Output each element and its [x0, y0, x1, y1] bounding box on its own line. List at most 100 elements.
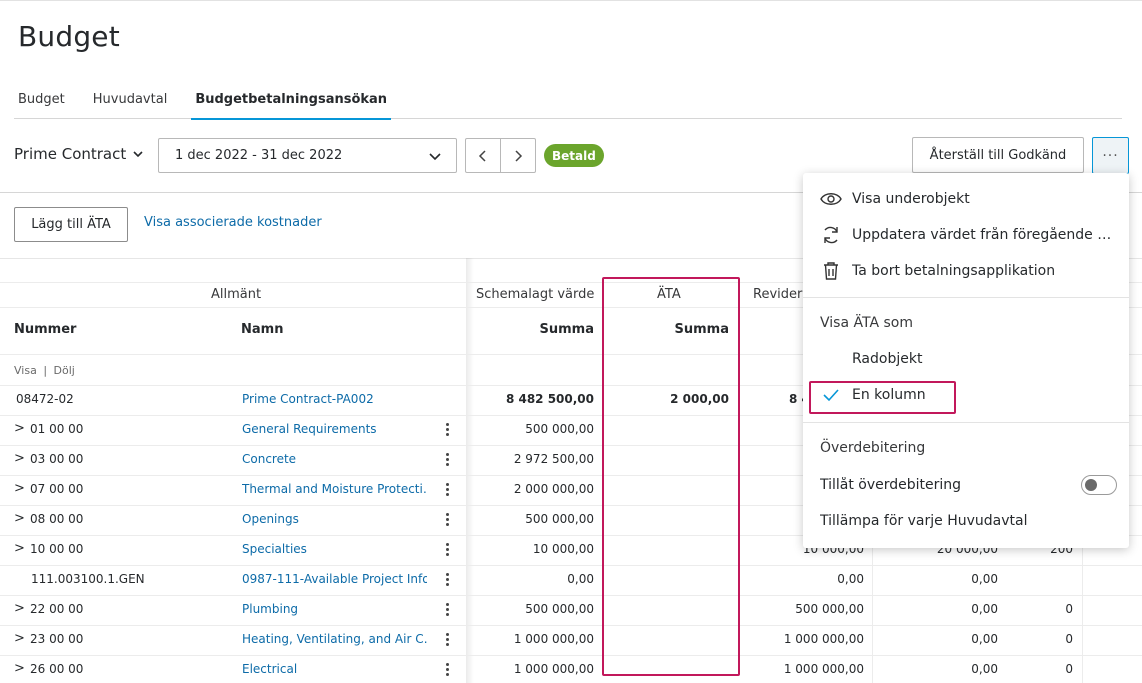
row-scheduled: 2 972 500,00	[513, 452, 594, 466]
tab-budgetbetalningsansokan[interactable]: Budgetbetalningsansökan	[191, 88, 391, 120]
hide-link[interactable]: Dölj	[54, 364, 75, 377]
menu-divider	[803, 297, 1129, 298]
page-title: Budget	[18, 20, 120, 53]
top-border	[0, 0, 1142, 1]
row-number: 23 00 00	[30, 632, 84, 646]
menu-item-show-subitems[interactable]: Visa underobjekt	[803, 187, 1129, 211]
row-number: 22 00 00	[30, 602, 84, 616]
row-name-link[interactable]: General Requirements	[242, 422, 427, 436]
menu-item-label: Visa underobjekt	[852, 191, 970, 207]
row-number: 01 00 00	[30, 422, 84, 436]
row-col6: 0,00	[971, 662, 998, 676]
menu-item-label: Tillämpa för varje Huvudavtal	[820, 513, 1028, 529]
selected-option-highlight	[809, 381, 956, 414]
ata-column-highlight	[602, 277, 740, 676]
expand-chevron-icon[interactable]: >	[14, 481, 25, 496]
more-options-button[interactable]: ···	[1092, 137, 1129, 174]
expand-chevron-icon[interactable]: >	[14, 451, 25, 466]
row-name-link[interactable]: Plumbing	[242, 602, 427, 616]
row-revised: 500 000,00	[795, 602, 864, 616]
row-name-link[interactable]: Heating, Ventilating, and Air C…	[242, 632, 427, 646]
next-period-button[interactable]	[500, 139, 535, 172]
row-col7: 0	[1065, 632, 1073, 646]
reset-to-approved-button[interactable]: Återställ till Godkänd	[912, 137, 1084, 173]
frozen-column-shadow	[466, 258, 474, 683]
show-hide-toggle: Visa | Dölj	[14, 364, 75, 377]
menu-item-update-value[interactable]: Uppdatera värdet från föregående ans…	[803, 223, 1129, 247]
eye-icon	[820, 188, 842, 210]
row-number: 10 00 00	[30, 542, 84, 556]
row-name-link[interactable]: Openings	[242, 512, 427, 526]
row-col6: 0,00	[971, 632, 998, 646]
chevron-left-icon	[478, 149, 486, 162]
row-name-link[interactable]: Electrical	[242, 662, 427, 676]
contract-dropdown[interactable]: Prime Contract	[14, 145, 144, 163]
menu-divider	[803, 422, 1129, 423]
expand-chevron-icon[interactable]: >	[14, 631, 25, 646]
view-associated-costs-link[interactable]: Visa associerade kostnader	[144, 215, 322, 230]
tab-huvudavtal[interactable]: Huvudavtal	[89, 88, 172, 119]
contract-label: Prime Contract	[14, 145, 127, 163]
row-menu-icon[interactable]	[446, 542, 450, 558]
menu-section-title: Överdebitering	[820, 440, 926, 456]
row-scheduled: 1 000 000,00	[513, 632, 594, 646]
separator: |	[43, 364, 48, 377]
expand-chevron-icon[interactable]: >	[14, 661, 25, 676]
overbilling-toggle[interactable]	[1081, 475, 1117, 495]
row-col6: 0,00	[971, 602, 998, 616]
trash-icon	[820, 260, 842, 282]
grid-line	[0, 655, 1142, 656]
status-badge: Betald	[544, 144, 604, 167]
summary-scheduled: 8 482 500,00	[505, 392, 594, 406]
menu-option-line-item[interactable]: Radobjekt	[803, 347, 1129, 371]
row-menu-icon[interactable]	[446, 572, 450, 588]
row-scheduled: 10 000,00	[532, 542, 594, 556]
row-menu-icon[interactable]	[446, 452, 450, 468]
chevron-right-icon	[515, 149, 523, 162]
date-range-select[interactable]: 1 dec 2022 - 31 dec 2022	[158, 138, 457, 173]
row-name-link[interactable]: Specialties	[242, 542, 427, 556]
date-range-value: 1 dec 2022 - 31 dec 2022	[175, 148, 343, 163]
row-name-link[interactable]: 0987-111-Available Project Info…	[242, 572, 427, 586]
menu-item-label: Tillåt överdebitering	[820, 477, 962, 493]
row-menu-icon[interactable]	[446, 602, 450, 618]
toggle-knob	[1085, 479, 1097, 491]
expand-chevron-icon[interactable]: >	[14, 511, 25, 526]
summary-name-link[interactable]: Prime Contract-PA002	[242, 392, 374, 406]
row-name-link[interactable]: Concrete	[242, 452, 427, 466]
column-header-scheduled-sum[interactable]: Summa	[480, 322, 594, 337]
menu-item-delete-application[interactable]: Ta bort betalningsapplikation	[803, 259, 1129, 283]
row-menu-icon[interactable]	[446, 662, 450, 678]
menu-item-apply-each-contract[interactable]: Tillämpa för varje Huvudavtal	[803, 509, 1129, 533]
previous-period-button[interactable]	[466, 139, 500, 172]
grid-line	[0, 595, 1142, 596]
tab-budget[interactable]: Budget	[14, 88, 69, 119]
column-header-number[interactable]: Nummer	[14, 322, 76, 337]
row-menu-icon[interactable]	[446, 482, 450, 498]
menu-item-label: Ta bort betalningsapplikation	[852, 263, 1056, 279]
row-number: 07 00 00	[30, 482, 84, 496]
add-change-order-button[interactable]: Lägg till ÄTA	[14, 207, 128, 242]
menu-item-label: Uppdatera värdet från föregående ans…	[852, 227, 1114, 243]
row-number: 26 00 00	[30, 662, 84, 676]
row-name-link[interactable]: Thermal and Moisture Protecti…	[242, 482, 427, 496]
group-header-general: Allmänt	[211, 287, 262, 302]
expand-chevron-icon[interactable]: >	[14, 421, 25, 436]
row-menu-icon[interactable]	[446, 632, 450, 648]
row-scheduled: 2 000 000,00	[513, 482, 594, 496]
row-scheduled: 500 000,00	[525, 422, 594, 436]
row-menu-icon[interactable]	[446, 512, 450, 528]
show-link[interactable]: Visa	[14, 364, 37, 377]
column-header-name[interactable]: Namn	[241, 322, 283, 337]
ellipsis-icon: ···	[1102, 147, 1119, 164]
expand-chevron-icon[interactable]: >	[14, 541, 25, 556]
more-options-menu: Visa underobjekt Uppdatera värdet från f…	[803, 173, 1129, 548]
row-menu-icon[interactable]	[446, 422, 450, 438]
row-scheduled: 500 000,00	[525, 512, 594, 526]
expand-chevron-icon[interactable]: >	[14, 601, 25, 616]
grid-line	[0, 565, 1142, 566]
row-scheduled: 1 000 000,00	[513, 662, 594, 676]
row-col7: 0	[1065, 602, 1073, 616]
row-revised: 1 000 000,00	[783, 662, 864, 676]
row-scheduled: 500 000,00	[525, 602, 594, 616]
